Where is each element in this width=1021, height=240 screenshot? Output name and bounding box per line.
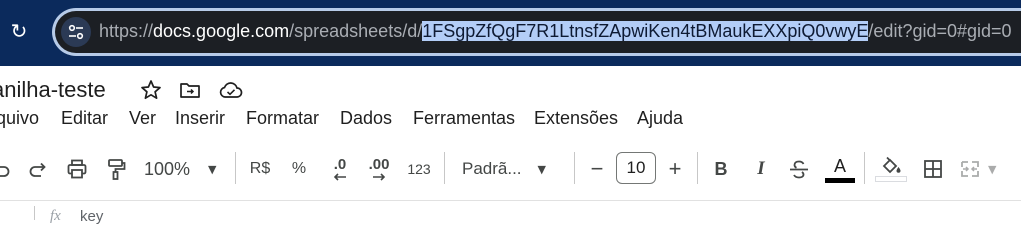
text-color-swatch <box>825 177 855 183</box>
merge-cells-icon <box>961 161 979 177</box>
increase-decimal-label: .00 <box>368 156 390 173</box>
fx-icon: fx <box>50 208 61 224</box>
decrease-font-size-button[interactable]: − <box>586 155 608 183</box>
toolbar-divider <box>864 152 865 184</box>
text-color-button[interactable]: A <box>824 155 856 183</box>
borders-button[interactable] <box>920 155 946 183</box>
number-format-label: 123 <box>407 161 431 177</box>
font-family-value: Padrã... <box>462 159 522 178</box>
increase-decimal-button[interactable]: .00 <box>364 155 394 183</box>
url-scheme: https:// <box>99 21 154 41</box>
menu-arquivo[interactable]: quivo <box>0 106 39 130</box>
zoom-value: 100% <box>144 158 191 179</box>
toolbar-divider <box>697 152 698 184</box>
italic-button[interactable]: I <box>750 155 772 183</box>
italic-label: I <box>757 158 765 179</box>
font-family-select[interactable]: Padrã... ▼ <box>462 155 562 183</box>
percent-format-button[interactable]: % <box>288 155 310 183</box>
strikethrough-icon <box>790 160 808 179</box>
zoom-dropdown-caret-icon: ▼ <box>208 162 217 176</box>
plus-label: + <box>668 156 682 181</box>
strikethrough-button[interactable] <box>786 155 812 183</box>
star-icon[interactable] <box>139 78 163 102</box>
menu-formatar[interactable]: Formatar <box>246 106 319 130</box>
font-size-input[interactable]: 10 <box>616 152 656 184</box>
undo-icon[interactable] <box>0 155 12 183</box>
toolbar-divider <box>574 152 575 184</box>
menu-ver[interactable]: Ver <box>129 106 156 130</box>
formula-input[interactable]: key <box>80 208 103 225</box>
arrow-right-icon <box>373 173 386 181</box>
site-info-icon[interactable] <box>61 17 91 47</box>
arrow-left-icon <box>333 173 346 181</box>
formula-divider <box>34 206 35 220</box>
cloud-saved-icon[interactable] <box>218 78 243 102</box>
document-title[interactable]: anilha-teste <box>0 76 106 104</box>
url-path: /spreadsheets/d/ <box>289 21 423 41</box>
url-path-end: /edit?gid=0#gid=0 <box>868 21 1012 41</box>
fill-color-button[interactable] <box>874 155 908 183</box>
menu-inserir[interactable]: Inserir <box>175 106 225 130</box>
text-color-letter: A <box>833 155 846 176</box>
move-folder-icon[interactable] <box>178 78 202 102</box>
currency-label: R$ <box>249 160 271 177</box>
percent-label: % <box>291 160 307 177</box>
menu-ajuda[interactable]: Ajuda <box>637 106 683 130</box>
more-formats-button[interactable]: 123 <box>404 155 434 183</box>
menu-ferramentas[interactable]: Ferramentas <box>413 106 515 130</box>
minus-label: − <box>590 156 604 181</box>
reload-icon[interactable]: ↻ <box>8 20 30 42</box>
menu-dados[interactable]: Dados <box>340 106 392 130</box>
zoom-select[interactable]: 100% ▼ <box>144 155 228 183</box>
formula-bar <box>0 200 1021 221</box>
currency-format-button[interactable]: R$ <box>246 155 274 183</box>
menu-editar[interactable]: Editar <box>61 106 108 130</box>
borders-icon <box>924 160 942 178</box>
url-host: docs.google.com <box>153 21 290 41</box>
url-selected-text: 1FSgpZfQgF7R1LtnsfZApwiKen4tBMaukEXXpiQ0… <box>422 21 869 41</box>
toolbar-divider <box>444 152 445 184</box>
merge-dropdown-caret-icon: ▼ <box>988 162 997 176</box>
url-text[interactable]: https://docs.google.com/spreadsheets/d/1… <box>99 19 1012 43</box>
fill-color-swatch <box>875 176 907 182</box>
address-bar[interactable]: https://docs.google.com/spreadsheets/d/1… <box>52 8 1021 56</box>
merge-cells-button[interactable]: ▼ <box>958 155 1012 183</box>
browser-toolbar: ↻ https://docs.google.com/spreadsheets/d… <box>0 0 1021 66</box>
print-icon[interactable] <box>64 155 90 183</box>
increase-font-size-button[interactable]: + <box>664 155 686 183</box>
fill-color-icon <box>882 156 901 174</box>
bold-label: B <box>714 158 728 179</box>
decrease-decimal-label: .0 <box>333 156 347 173</box>
paint-format-icon[interactable] <box>104 155 128 183</box>
redo-icon[interactable] <box>26 155 50 183</box>
toolbar-divider <box>235 152 236 184</box>
font-dropdown-caret-icon: ▼ <box>537 162 547 176</box>
decrease-decimal-button[interactable]: .0 <box>326 155 354 183</box>
menu-extensoes[interactable]: Extensões <box>534 106 618 130</box>
bold-button[interactable]: B <box>710 155 732 183</box>
